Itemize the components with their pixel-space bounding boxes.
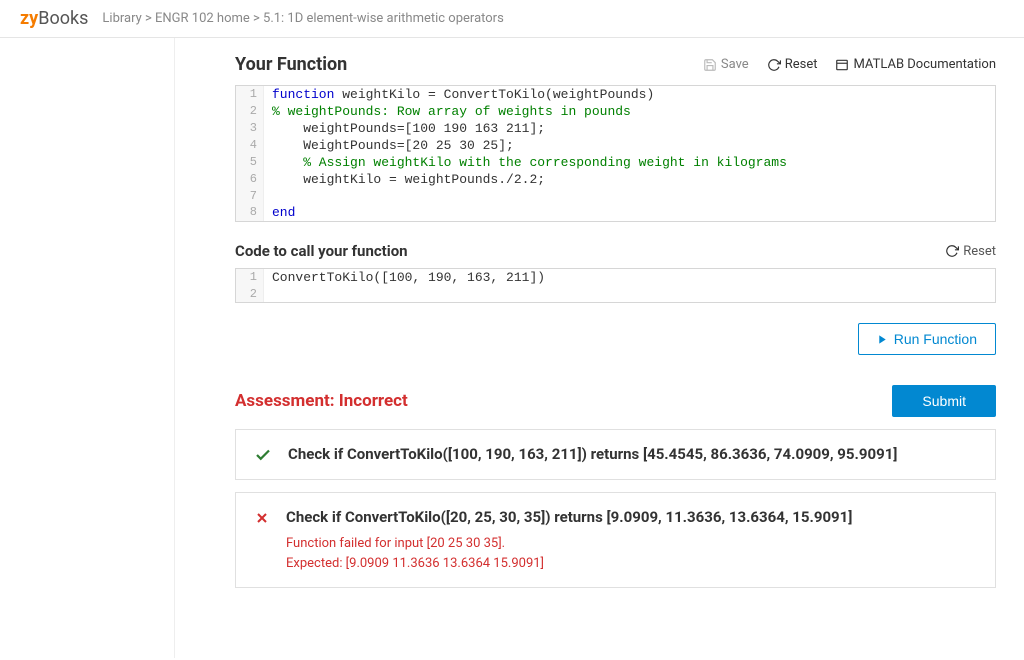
docs-button[interactable]: MATLAB Documentation [835,57,996,72]
line-number: 2 [236,103,264,120]
code-line [264,188,280,204]
result-body: Check if ConvertToKilo([100, 190, 163, 2… [288,444,977,465]
x-icon [254,507,270,573]
logo-zy: zy [20,8,38,29]
line-number: 8 [236,204,264,221]
breadcrumb[interactable]: Library > ENGR 102 home > 5.1: 1D elemen… [102,11,503,26]
check-icon [254,444,272,465]
function-code-editor[interactable]: 1function weightKilo = ConvertToKilo(wei… [235,85,996,222]
result-body: Check if ConvertToKilo([20, 25, 30, 35])… [286,507,977,573]
call-reset-button[interactable]: Reset [945,244,996,259]
assessment-title: Assessment: Incorrect [235,391,408,411]
result-title: Check if ConvertToKilo([20, 25, 30, 35])… [286,507,977,528]
save-icon [703,58,717,72]
docs-label: MATLAB Documentation [853,57,996,72]
your-function-header: Your Function Save Reset MATLAB Document… [235,54,996,75]
sidebar [0,38,175,658]
content: Your Function Save Reset MATLAB Document… [175,38,1024,658]
code-line: end [264,204,303,221]
call-title: Code to call your function [235,242,408,260]
code-line: ConvertToKilo([100, 190, 163, 211]) [264,269,553,286]
run-function-button[interactable]: Run Function [858,323,996,355]
logo[interactable]: zyBooks [20,8,88,29]
line-number: 5 [236,154,264,171]
code-line: weightPounds=[100 190 163 211]; [264,120,553,137]
submit-button[interactable]: Submit [892,385,996,417]
result-detail: Function failed for input [20 25 30 35].… [286,534,977,573]
result-fail: Check if ConvertToKilo([20, 25, 30, 35])… [235,492,996,588]
line-number: 4 [236,137,264,154]
run-row: Run Function [235,323,996,355]
run-label: Run Function [894,331,977,347]
call-reset-label: Reset [963,244,996,259]
reset-label: Reset [785,57,818,72]
line-number: 7 [236,188,264,204]
logo-books: Books [38,8,88,29]
code-line: WeightPounds=[20 25 30 25]; [264,137,522,154]
call-code-editor[interactable]: 1ConvertToKilo([100, 190, 163, 211]) 2 [235,268,996,303]
assessment-header: Assessment: Incorrect Submit [235,385,996,417]
reset-icon [945,244,959,258]
save-label: Save [721,57,749,72]
code-line [264,286,280,302]
reset-icon [767,58,781,72]
line-number: 6 [236,171,264,188]
reset-button[interactable]: Reset [767,57,818,72]
save-button[interactable]: Save [703,57,749,72]
your-function-title: Your Function [235,54,347,75]
code-line: weightKilo = weightPounds./2.2; [264,171,553,188]
result-pass: Check if ConvertToKilo([100, 190, 163, 2… [235,429,996,480]
call-header: Code to call your function Reset [235,242,996,260]
play-icon [877,334,888,345]
code-line: % Assign weightKilo with the correspondi… [264,154,795,171]
code-line: function weightKilo = ConvertToKilo(weig… [264,86,662,103]
topbar: zyBooks Library > ENGR 102 home > 5.1: 1… [0,0,1024,38]
main: Your Function Save Reset MATLAB Document… [0,38,1024,658]
line-number: 3 [236,120,264,137]
docs-icon [835,58,849,72]
result-title: Check if ConvertToKilo([100, 190, 163, 2… [288,444,977,465]
line-number: 2 [236,286,264,302]
toolbar: Save Reset MATLAB Documentation [703,57,996,72]
line-number: 1 [236,269,264,286]
line-number: 1 [236,86,264,103]
code-line: % weightPounds: Row array of weights in … [264,103,639,120]
